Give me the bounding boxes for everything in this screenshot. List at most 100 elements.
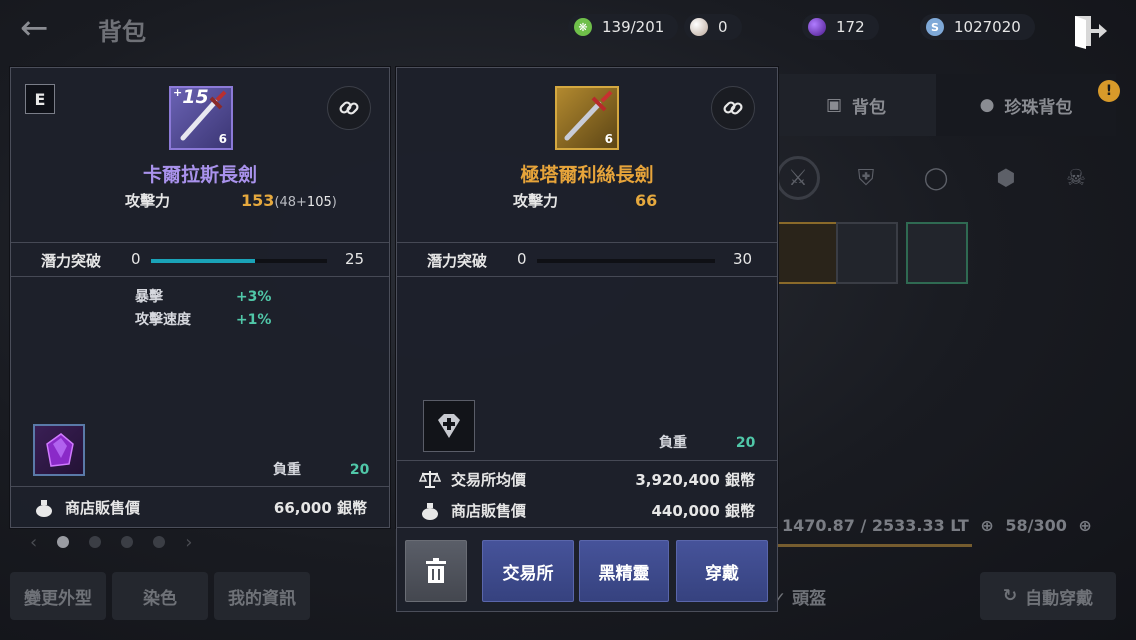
potential-min: 0 <box>517 250 527 268</box>
my-info-button[interactable]: 我的資訊 <box>214 572 310 620</box>
potential-row: 潛力突破 0 30 <box>397 250 777 272</box>
potential-bar <box>537 259 715 263</box>
divider <box>11 242 389 243</box>
page-indicator: ‹ › <box>30 532 250 553</box>
potential-row: 潛力突破 0 25 <box>11 250 389 272</box>
bag-weight-value: 1470.87 / 2533.33 LT <box>782 516 969 535</box>
top-bar: ← 背包 ❋ 139/201 0 172 S 1027020 <box>0 0 1136 58</box>
attack-value: 153 <box>241 191 275 210</box>
currency-silver: S 1027020 <box>920 14 1035 40</box>
helmet-toggle[interactable]: ✓ 頭盔 <box>772 584 826 609</box>
weight-row: 負重 20 <box>659 432 755 452</box>
marketplace-button[interactable]: 交易所 <box>482 540 574 602</box>
bag-slot[interactable] <box>776 222 838 284</box>
shop-price-value: 66,000 銀幣 <box>273 499 367 517</box>
attack-row: 攻擊力 153 (48+105) <box>125 190 337 211</box>
shop-price-row: 商店販售價 440,000 銀幣 <box>397 495 777 525</box>
tab-bag[interactable]: ▣ 背包 <box>776 74 936 136</box>
change-appearance-button[interactable]: 變更外型 <box>10 572 106 620</box>
weight-row: 負重 20 <box>273 459 369 479</box>
crystal-slot[interactable] <box>33 424 85 476</box>
bag-slot[interactable] <box>836 222 898 284</box>
market-price-label: 交易所均價 <box>451 471 527 489</box>
pearl-bag-tab-icon: ● <box>979 95 995 115</box>
tab-bag-label: 背包 <box>852 97 887 118</box>
add-weight-icon[interactable]: ⊕ <box>980 516 993 535</box>
shop-price-row: 商店販售價 66,000 銀幣 <box>11 492 389 522</box>
bag-weight-bar <box>776 544 972 547</box>
compare-item-card: 6 極塔爾利絲長劍 攻擊力 66 潛力突破 0 30 負重 20 交易所均價 3… <box>396 67 778 528</box>
divider <box>397 460 777 461</box>
auto-equip-label: 自動穿戴 <box>1025 588 1094 609</box>
tab-pearl-bag[interactable]: ● 珍珠背包 <box>936 74 1116 136</box>
trash-icon <box>426 558 446 583</box>
equipped-item-card: E +15 6 卡爾拉斯長劍 攻擊力 153 (48+105) 潛力突破 0 2… <box>10 67 390 528</box>
bag-tab-icon: ▣ <box>825 95 843 115</box>
pager-dot <box>153 536 166 548</box>
bag-tabs: ▣ 背包 ● 珍珠背包 <box>776 74 1116 136</box>
category-crystal-icon[interactable]: ⬢ <box>984 156 1028 200</box>
tab-pearl-bag-label: 珍珠背包 <box>1004 97 1073 118</box>
add-slot-icon[interactable]: ⊕ <box>1078 516 1091 535</box>
currency-dark-orb: 172 <box>802 14 879 40</box>
item-grade: 6 <box>218 132 227 146</box>
energy-icon: ❋ <box>574 18 592 36</box>
market-price-value: 3,920,400 銀幣 <box>635 471 755 489</box>
item-name: 極塔爾利絲長劍 <box>520 164 654 186</box>
potential-label: 潛力突破 <box>41 252 102 270</box>
equipped-item-icon: +15 6 <box>169 86 233 150</box>
potential-bar-fill <box>151 259 255 263</box>
stat-value: +1% <box>235 312 272 328</box>
link-icon <box>339 101 359 115</box>
enhancement-level: +15 <box>173 86 209 108</box>
silver-coin-icon: S <box>926 18 944 36</box>
divider <box>397 276 777 277</box>
attack-value: 66 <box>635 191 658 210</box>
stat-row: 攻擊速度 +1% <box>135 309 271 329</box>
category-accessory-icon[interactable]: ◯ <box>914 156 958 200</box>
shop-price-label: 商店販售價 <box>451 502 527 520</box>
crystal-socket-empty[interactable] <box>423 400 475 452</box>
scale-icon <box>419 471 441 488</box>
stat-name: 攻擊速度 <box>135 312 191 328</box>
potential-max: 30 <box>733 250 753 268</box>
link-button[interactable] <box>711 86 755 130</box>
weight-value: 20 <box>735 435 756 451</box>
equip-button[interactable]: 穿戴 <box>676 540 768 602</box>
stat-row: 暴擊 +3% <box>135 286 271 306</box>
attack-label: 攻擊力 <box>513 192 559 210</box>
currency-energy: ❋ 139/201 <box>568 14 679 40</box>
dye-button[interactable]: 染色 <box>112 572 208 620</box>
pearl-icon <box>690 18 708 36</box>
back-arrow-icon[interactable]: ← <box>20 8 66 48</box>
equipped-badge: E <box>25 84 55 114</box>
market-price-row: 交易所均價 3,920,400 銀幣 <box>397 464 777 494</box>
crystal-icon <box>46 433 74 467</box>
weight-value: 20 <box>349 462 370 478</box>
currency-energy-value: 139/201 <box>602 18 665 36</box>
refresh-icon: ↻ <box>1002 586 1018 606</box>
exit-icon[interactable] <box>1072 12 1108 50</box>
currency-pearl: 0 <box>684 14 742 40</box>
discard-button[interactable] <box>405 540 467 602</box>
divider <box>11 276 389 277</box>
potential-bar <box>151 259 327 263</box>
currency-silver-value: 1027020 <box>954 18 1021 36</box>
helmet-label: 頭盔 <box>792 589 827 609</box>
category-misc-icon[interactable]: ☠ <box>1054 156 1098 200</box>
category-weapon-icon[interactable]: ⚔ <box>776 156 820 200</box>
add-crystal-icon <box>438 414 460 438</box>
pager-next-icon[interactable]: › <box>185 532 192 553</box>
pager-prev-icon[interactable]: ‹ <box>30 532 37 553</box>
currency-pearl-value: 0 <box>718 18 728 36</box>
category-armor-icon[interactable]: ⛨ <box>844 156 888 200</box>
notice-badge: ! <box>1098 80 1120 102</box>
bag-slot[interactable] <box>906 222 968 284</box>
auto-equip-button[interactable]: ↻ 自動穿戴 <box>980 572 1116 620</box>
weight-label: 負重 <box>659 435 687 451</box>
compare-item-icon: 6 <box>555 86 619 150</box>
black-spirit-button[interactable]: 黑精靈 <box>579 540 669 602</box>
money-bag-icon <box>36 500 52 517</box>
link-button[interactable] <box>327 86 371 130</box>
link-icon <box>723 101 743 115</box>
